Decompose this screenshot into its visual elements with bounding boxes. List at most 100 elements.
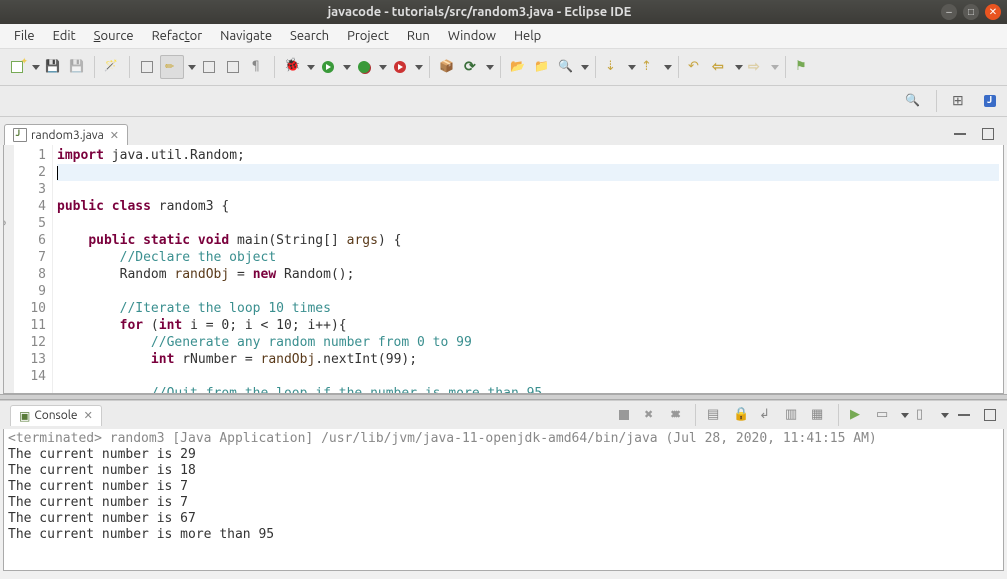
chevron-down-icon[interactable]	[664, 65, 672, 70]
console-maximize-button[interactable]	[979, 404, 1001, 426]
wand-icon	[104, 59, 120, 75]
lock-icon: 🔒	[733, 407, 749, 423]
chevron-down-icon[interactable]	[379, 65, 387, 70]
remove-launch-button[interactable]	[639, 404, 661, 426]
menu-source[interactable]: Source	[86, 27, 142, 45]
editor-minimize-button[interactable]	[949, 123, 971, 145]
back-button[interactable]	[709, 56, 731, 78]
block-button[interactable]	[222, 56, 244, 78]
pin-console-button[interactable]: ▦	[808, 404, 830, 426]
code-content[interactable]: import java.util.Random; public class ra…	[53, 145, 1003, 393]
chevron-down-icon[interactable]	[901, 413, 909, 418]
menu-bar: File Edit Source Refactor Navigate Searc…	[0, 24, 1007, 49]
folder-button[interactable]	[531, 56, 553, 78]
menu-window[interactable]: Window	[440, 27, 504, 45]
menu-search[interactable]: Search	[282, 27, 337, 45]
tab-label: random3.java	[31, 129, 104, 142]
open-type-button[interactable]	[136, 56, 158, 78]
separator	[595, 56, 596, 78]
last-edit-button[interactable]: ↶	[685, 56, 707, 78]
new-button[interactable]	[6, 56, 28, 78]
close-tab-icon[interactable]: ✕	[108, 129, 119, 142]
display-selected-button[interactable]: ▶	[847, 404, 869, 426]
show-icon: ▥	[785, 407, 801, 423]
run-last-button[interactable]	[389, 56, 411, 78]
annotation-button[interactable]	[198, 56, 220, 78]
remove-all-button[interactable]	[665, 404, 687, 426]
menu-file[interactable]: File	[6, 27, 43, 45]
wand-button[interactable]	[101, 56, 123, 78]
console-output[interactable]: <terminated> random3 [Java Application] …	[3, 429, 1004, 571]
chevron-down-icon[interactable]	[771, 65, 779, 70]
quick-access-button[interactable]	[902, 90, 924, 112]
pin-button[interactable]: ⚑	[792, 56, 814, 78]
editor-maximize-button[interactable]	[977, 123, 999, 145]
window-close-button[interactable]: ✕	[985, 4, 1001, 20]
console-line: The current number is more than 95	[8, 527, 999, 543]
bug-icon	[284, 59, 300, 75]
separator	[500, 56, 501, 78]
run-button[interactable]	[317, 56, 339, 78]
next-annotation-button[interactable]: ⇣	[602, 56, 624, 78]
save-button[interactable]	[42, 56, 64, 78]
prev-annotation-button[interactable]: ⇡	[638, 56, 660, 78]
new-package-button[interactable]	[436, 56, 458, 78]
console-icon: ▣	[19, 409, 30, 423]
search-icon	[558, 59, 574, 75]
chevron-down-icon[interactable]	[941, 413, 949, 418]
menu-edit[interactable]: Edit	[45, 27, 84, 45]
java-perspective-button[interactable]	[979, 90, 1001, 112]
chevron-down-icon[interactable]	[188, 65, 196, 70]
window-minimize-button[interactable]: ‒	[941, 4, 957, 20]
open-console-button[interactable]: ▭	[873, 404, 895, 426]
coverage-button[interactable]	[353, 56, 375, 78]
new-console-button[interactable]: ▯	[913, 404, 935, 426]
chevron-down-icon[interactable]	[581, 65, 589, 70]
debug-button[interactable]	[281, 56, 303, 78]
chevron-down-icon[interactable]	[415, 65, 423, 70]
next-icon: ⇣	[605, 59, 621, 75]
whitespace-button[interactable]	[246, 56, 268, 78]
chevron-down-icon[interactable]	[486, 65, 494, 70]
search-tool-button[interactable]	[555, 56, 577, 78]
editor-tabs: random3.java ✕	[0, 117, 1007, 145]
scroll-lock-button[interactable]: 🔒	[730, 404, 752, 426]
chevron-down-icon[interactable]	[343, 65, 351, 70]
tab-random3[interactable]: random3.java ✕	[4, 124, 128, 145]
menu-refactor[interactable]: Refactor	[144, 27, 211, 45]
new-class-button[interactable]	[460, 56, 482, 78]
console-minimize-button[interactable]	[953, 404, 975, 426]
last-edit-icon: ↶	[688, 59, 704, 75]
word-wrap-button[interactable]: ↲	[756, 404, 778, 426]
tab-console[interactable]: ▣ Console ✕	[10, 405, 102, 426]
clear-console-button[interactable]: ▤	[704, 404, 726, 426]
class-icon	[463, 59, 479, 75]
save-all-button[interactable]	[66, 56, 88, 78]
open-icon: ▭	[876, 407, 892, 423]
chevron-down-icon[interactable]	[628, 65, 636, 70]
wrap-icon: ↲	[759, 407, 775, 423]
highlight-button[interactable]	[160, 55, 184, 79]
close-tab-icon[interactable]: ✕	[82, 409, 93, 422]
open-perspective-button[interactable]	[949, 90, 971, 112]
menu-run[interactable]: Run	[399, 27, 438, 45]
menu-project[interactable]: Project	[339, 27, 397, 45]
code-editor[interactable]: 1234 5678 9101112 1314 import java.util.…	[3, 145, 1004, 394]
open-folder-button[interactable]	[507, 56, 529, 78]
menu-navigate[interactable]: Navigate	[212, 27, 280, 45]
console-line: The current number is 18	[8, 463, 999, 479]
new-console-icon: ▯	[916, 407, 932, 423]
perspective-icon	[952, 93, 968, 109]
chevron-down-icon[interactable]	[307, 65, 315, 70]
window-maximize-button[interactable]: □	[963, 4, 979, 20]
marker-column	[4, 145, 14, 393]
chevron-down-icon[interactable]	[735, 65, 743, 70]
save-icon	[45, 59, 61, 75]
menu-help[interactable]: Help	[506, 27, 549, 45]
forward-button[interactable]	[745, 56, 767, 78]
terminate-button[interactable]	[613, 404, 635, 426]
separator	[94, 56, 95, 78]
xx-icon	[668, 407, 684, 423]
show-console-button[interactable]: ▥	[782, 404, 804, 426]
chevron-down-icon[interactable]	[32, 65, 40, 70]
